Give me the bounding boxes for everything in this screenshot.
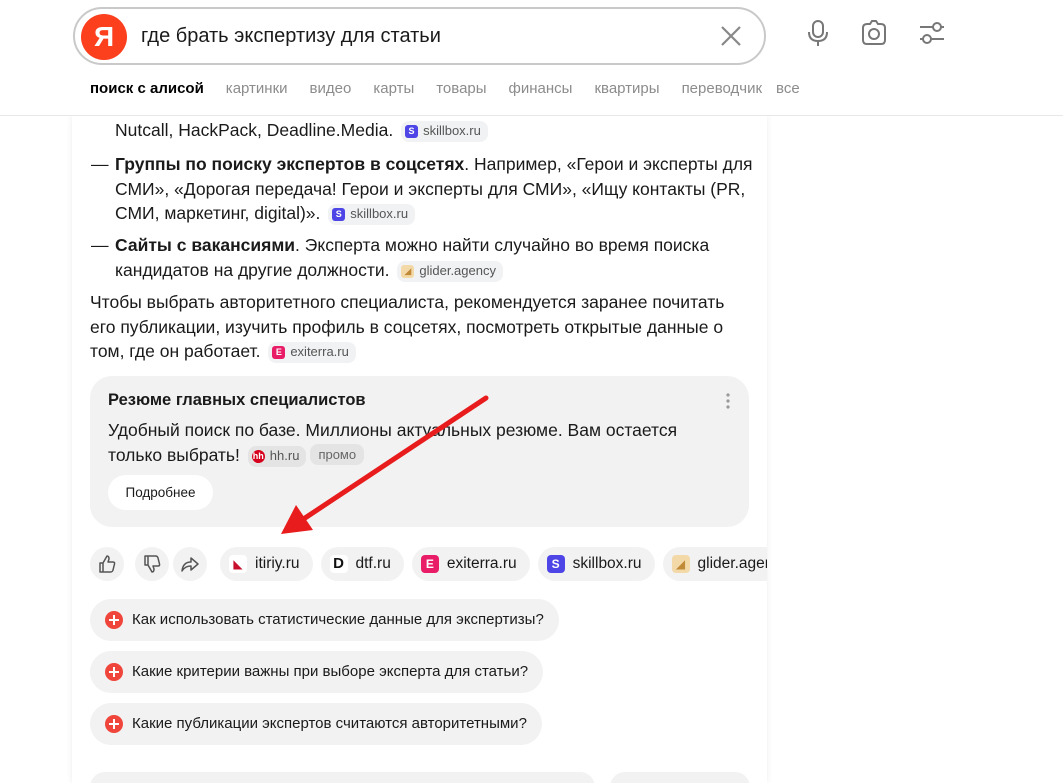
- yandex-logo[interactable]: Я: [81, 14, 127, 60]
- tab-maps[interactable]: карты: [373, 80, 414, 97]
- answer-line: Nutcall, HackPack, Deadline.Media. Sskil…: [115, 118, 488, 143]
- exiterra-icon: E: [420, 555, 439, 573]
- source-chip-skillbox[interactable]: Sskillbox.ru: [328, 204, 416, 225]
- close-icon[interactable]: [718, 23, 744, 49]
- glider-icon: ◢: [401, 264, 415, 278]
- share-icon: [181, 557, 199, 572]
- ad-text: Удобный поиск по базе. Миллионы актуальн…: [108, 420, 678, 467]
- microphone-icon[interactable]: [803, 18, 833, 48]
- source-chip-dtf[interactable]: Ddtf.ru: [320, 547, 404, 581]
- tab-translate[interactable]: переводчик: [682, 80, 762, 97]
- source-chip-itiriy[interactable]: ◣ itiriy.ru: [220, 547, 313, 581]
- share-button[interactable]: [173, 547, 207, 581]
- source-chip-hh[interactable]: hh hh.ru: [247, 445, 307, 467]
- answer-paragraph: Чтобы выбрать авторитетного специалиста,…: [90, 292, 725, 363]
- tab-goods[interactable]: товары: [436, 80, 486, 97]
- hh-icon: hh: [251, 449, 265, 463]
- glider-icon: ◢: [671, 555, 690, 573]
- tab-alice[interactable]: поиск с алисой: [90, 80, 204, 97]
- answer-card: Nutcall, HackPack, Deadline.Media. Sskil…: [72, 116, 767, 783]
- tab-video[interactable]: видео: [310, 80, 352, 97]
- source-chip-glider[interactable]: ◢glider.agency: [397, 260, 503, 282]
- search-tabs: поиск с алисой картинки видео карты това…: [90, 80, 822, 97]
- dtf-icon: D: [329, 555, 348, 573]
- itiriy-icon: ◣: [229, 555, 247, 573]
- plus-icon: [105, 715, 123, 733]
- source-chip-glider[interactable]: ◢glider.agency: [662, 547, 767, 581]
- search-bar[interactable]: Я где брать экспертизу для статьи: [73, 7, 766, 65]
- followup-question[interactable]: Какие критерии важны при выборе эксперта…: [90, 651, 544, 693]
- camera-icon[interactable]: [859, 18, 889, 48]
- ad-title[interactable]: Резюме главных специалистов: [108, 391, 366, 410]
- answer-item-groups: Группы по поиску экспертов в соцсетях. Н…: [115, 154, 753, 225]
- tab-images[interactable]: картинки: [226, 80, 288, 97]
- plus-icon: [105, 611, 123, 629]
- like-button[interactable]: [90, 547, 124, 581]
- search-input[interactable]: где брать экспертизу для статьи: [141, 25, 441, 48]
- tab-realty[interactable]: квартиры: [594, 80, 659, 97]
- filter-icon[interactable]: [917, 18, 947, 48]
- list-dash: —: [91, 235, 109, 255]
- ad-block[interactable]: Резюме главных специалистов Удобный поис…: [90, 376, 749, 527]
- skillbox-icon: S: [405, 125, 419, 138]
- bottom-button-placeholder[interactable]: [610, 772, 750, 783]
- more-button[interactable]: Подробнее: [108, 475, 213, 510]
- exiterra-icon: E: [272, 346, 286, 359]
- bottom-input-placeholder[interactable]: [90, 772, 595, 783]
- thumbs-up-icon: [99, 555, 116, 573]
- promo-badge: промо: [310, 443, 365, 465]
- tab-finance[interactable]: финансы: [509, 80, 573, 97]
- followup-question[interactable]: Какие публикации экспертов считаются авт…: [90, 703, 542, 745]
- source-chip-skillbox[interactable]: Sskillbox.ru: [401, 121, 488, 142]
- tab-all[interactable]: все: [776, 80, 800, 97]
- source-chip-skillbox[interactable]: Sskillbox.ru: [537, 547, 655, 581]
- followup-question[interactable]: Как использовать статистические данные д…: [90, 599, 559, 641]
- source-chip-exiterra[interactable]: Eexiterra.ru: [268, 342, 356, 363]
- plus-icon: [105, 663, 123, 681]
- source-chip-exiterra[interactable]: Eexiterra.ru: [411, 547, 530, 581]
- more-options-icon[interactable]: [725, 392, 731, 410]
- thumbs-down-icon: [144, 555, 161, 573]
- skillbox-icon: S: [332, 208, 346, 221]
- header: Я где брать экспертизу для статьи поиск …: [0, 0, 1063, 116]
- dislike-button[interactable]: [135, 547, 169, 581]
- answer-item-jobs: Сайты с вакансиями. Эксперта можно найти…: [115, 235, 710, 282]
- list-dash: —: [91, 154, 109, 174]
- sources-row: ◣ itiriy.ru Ddtf.ru Eexiterra.ru Sskillbox.r…: [220, 547, 767, 581]
- skillbox-icon: S: [546, 555, 565, 573]
